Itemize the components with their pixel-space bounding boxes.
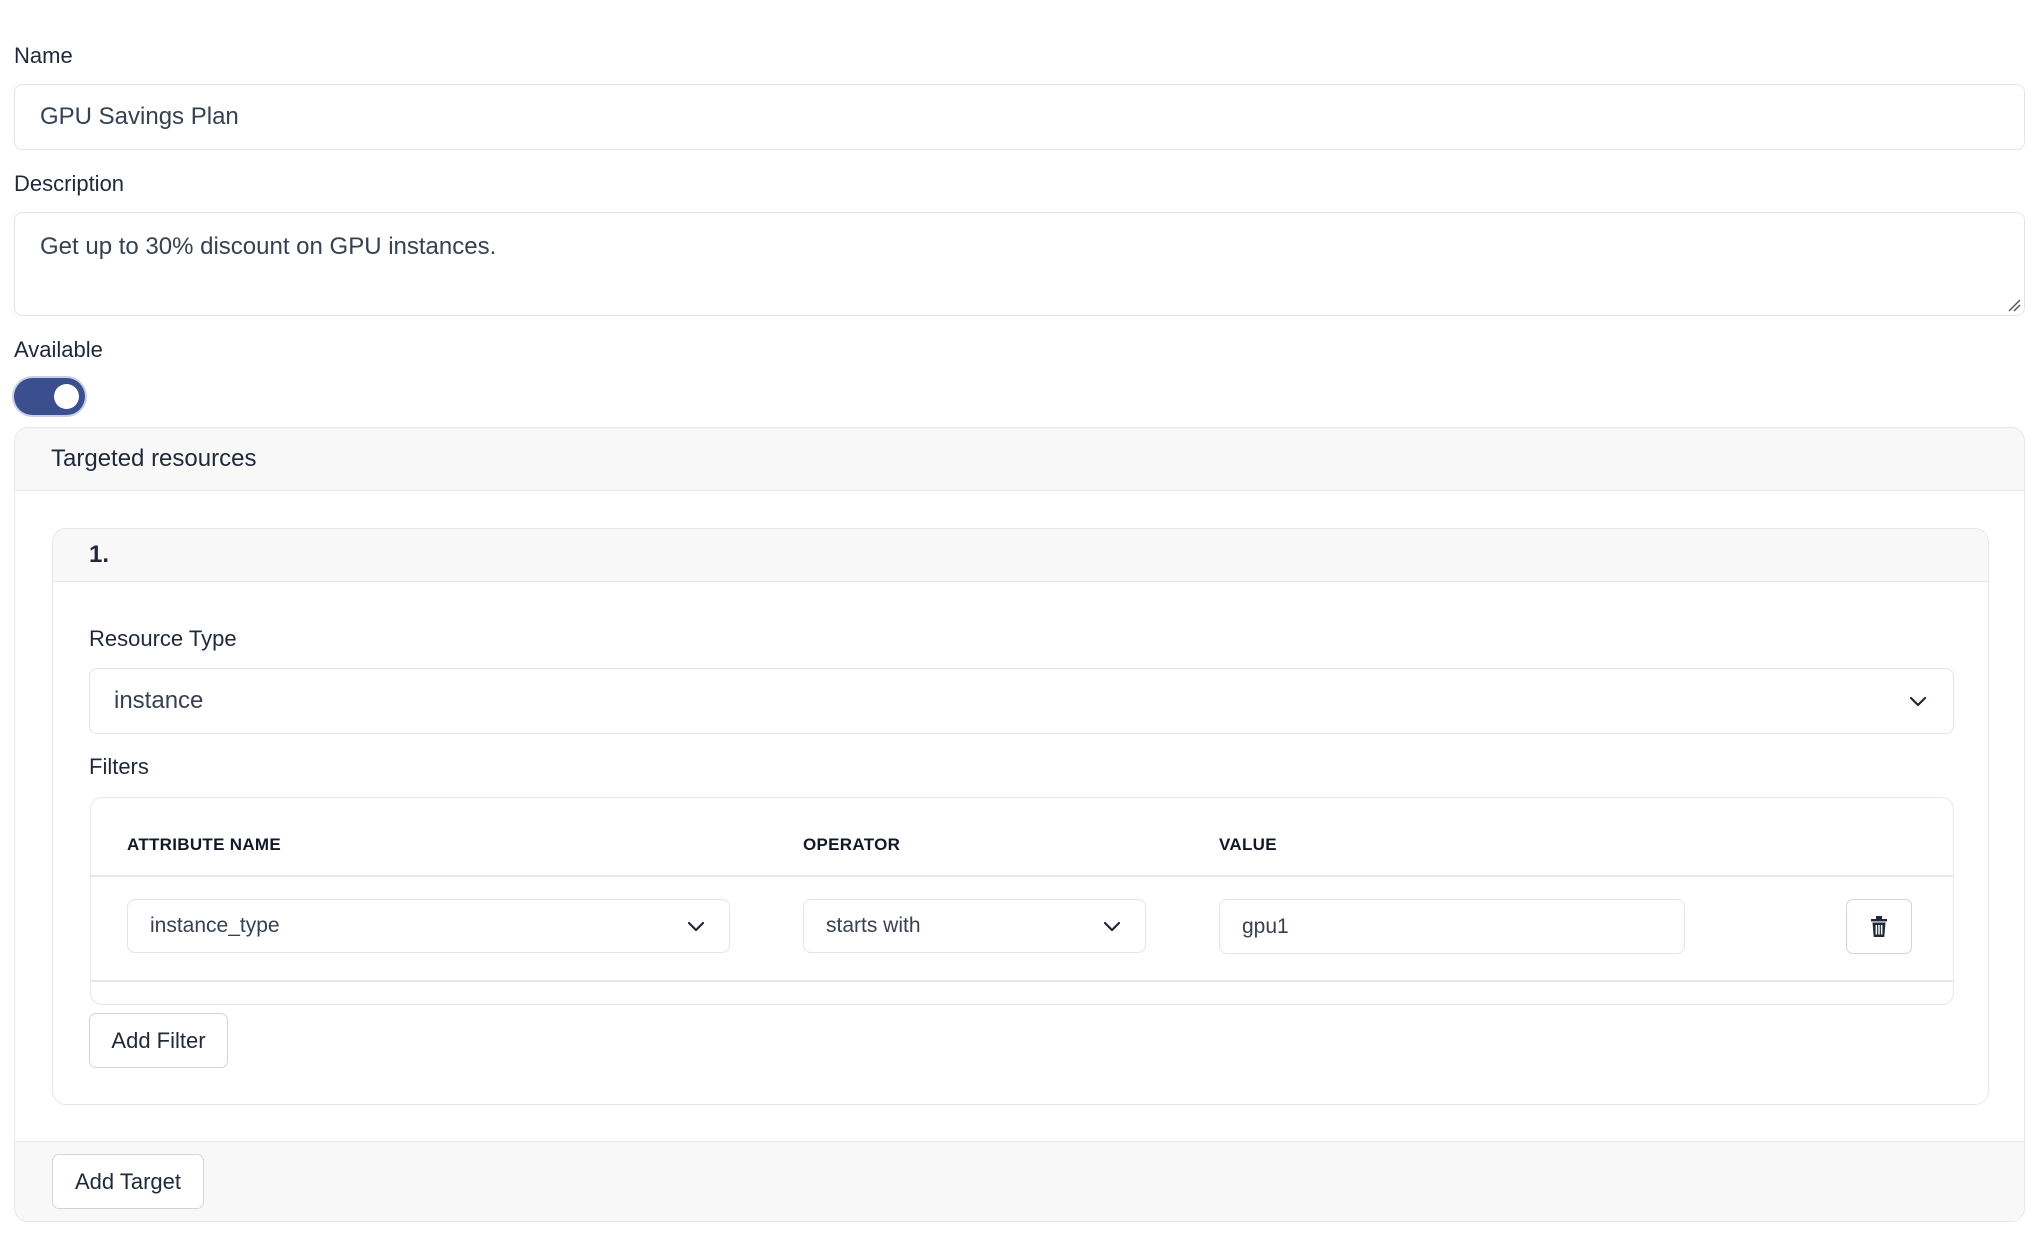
- add-target-label: Add Target: [74, 1168, 181, 1194]
- description-textarea-value: Get up to 30% discount on GPU instances.: [40, 233, 497, 260]
- attribute-name-value: instance_type: [150, 914, 280, 937]
- delete-filter-button[interactable]: [1846, 899, 1912, 954]
- operator-select[interactable]: starts with: [803, 899, 1146, 953]
- chevron-down-icon: [687, 921, 705, 932]
- chevron-down-icon: [1103, 921, 1121, 932]
- targeted-resources-header: Targeted resources: [15, 428, 2024, 491]
- savings-plan-form: Name GPU Savings Plan Description Get up…: [0, 0, 2042, 1242]
- attribute-name-select[interactable]: instance_type: [127, 899, 730, 953]
- targeted-resources-card: Targeted resources 1. Resource Type inst…: [14, 427, 2025, 1222]
- available-label: Available: [14, 337, 103, 362]
- name-label: Name: [14, 43, 73, 68]
- target-index: 1.: [89, 541, 110, 568]
- name-input[interactable]: GPU Savings Plan: [14, 84, 2025, 150]
- resource-type-value: instance: [114, 687, 204, 714]
- target-item-header: 1.: [53, 529, 1988, 582]
- trash-icon: [1871, 915, 1887, 937]
- target-item: 1. Resource Type instance Filters ATTRIB…: [52, 528, 1989, 1105]
- column-header-operator: OPERATOR: [803, 835, 901, 854]
- targeted-resources-title: Targeted resources: [51, 445, 257, 472]
- column-header-value: VALUE: [1219, 835, 1277, 854]
- filter-value-input[interactable]: gpu1: [1219, 899, 1685, 954]
- resource-type-select[interactable]: instance: [89, 668, 1954, 734]
- targeted-resources-footer: Add Target: [15, 1141, 2024, 1221]
- table-divider: [91, 980, 1953, 982]
- resource-type-label: Resource Type: [89, 626, 237, 651]
- add-target-button[interactable]: Add Target: [52, 1154, 204, 1209]
- name-input-value: GPU Savings Plan: [40, 103, 239, 130]
- description-textarea[interactable]: Get up to 30% discount on GPU instances.: [14, 212, 2025, 316]
- description-label: Description: [14, 171, 125, 196]
- toggle-knob: [54, 384, 79, 409]
- table-divider: [91, 875, 1953, 877]
- operator-value: starts with: [826, 914, 921, 937]
- available-toggle[interactable]: [14, 378, 85, 415]
- add-filter-button[interactable]: Add Filter: [89, 1013, 228, 1068]
- add-filter-label: Add Filter: [111, 1027, 206, 1053]
- resize-grip-icon[interactable]: [2007, 298, 2021, 312]
- column-header-attribute-name: ATTRIBUTE NAME: [127, 835, 282, 854]
- filter-value: gpu1: [1242, 914, 1289, 938]
- filters-label: Filters: [89, 754, 149, 779]
- filters-table: ATTRIBUTE NAME OPERATOR VALUE instance_t…: [90, 797, 1954, 1005]
- chevron-down-icon: [1909, 696, 1927, 707]
